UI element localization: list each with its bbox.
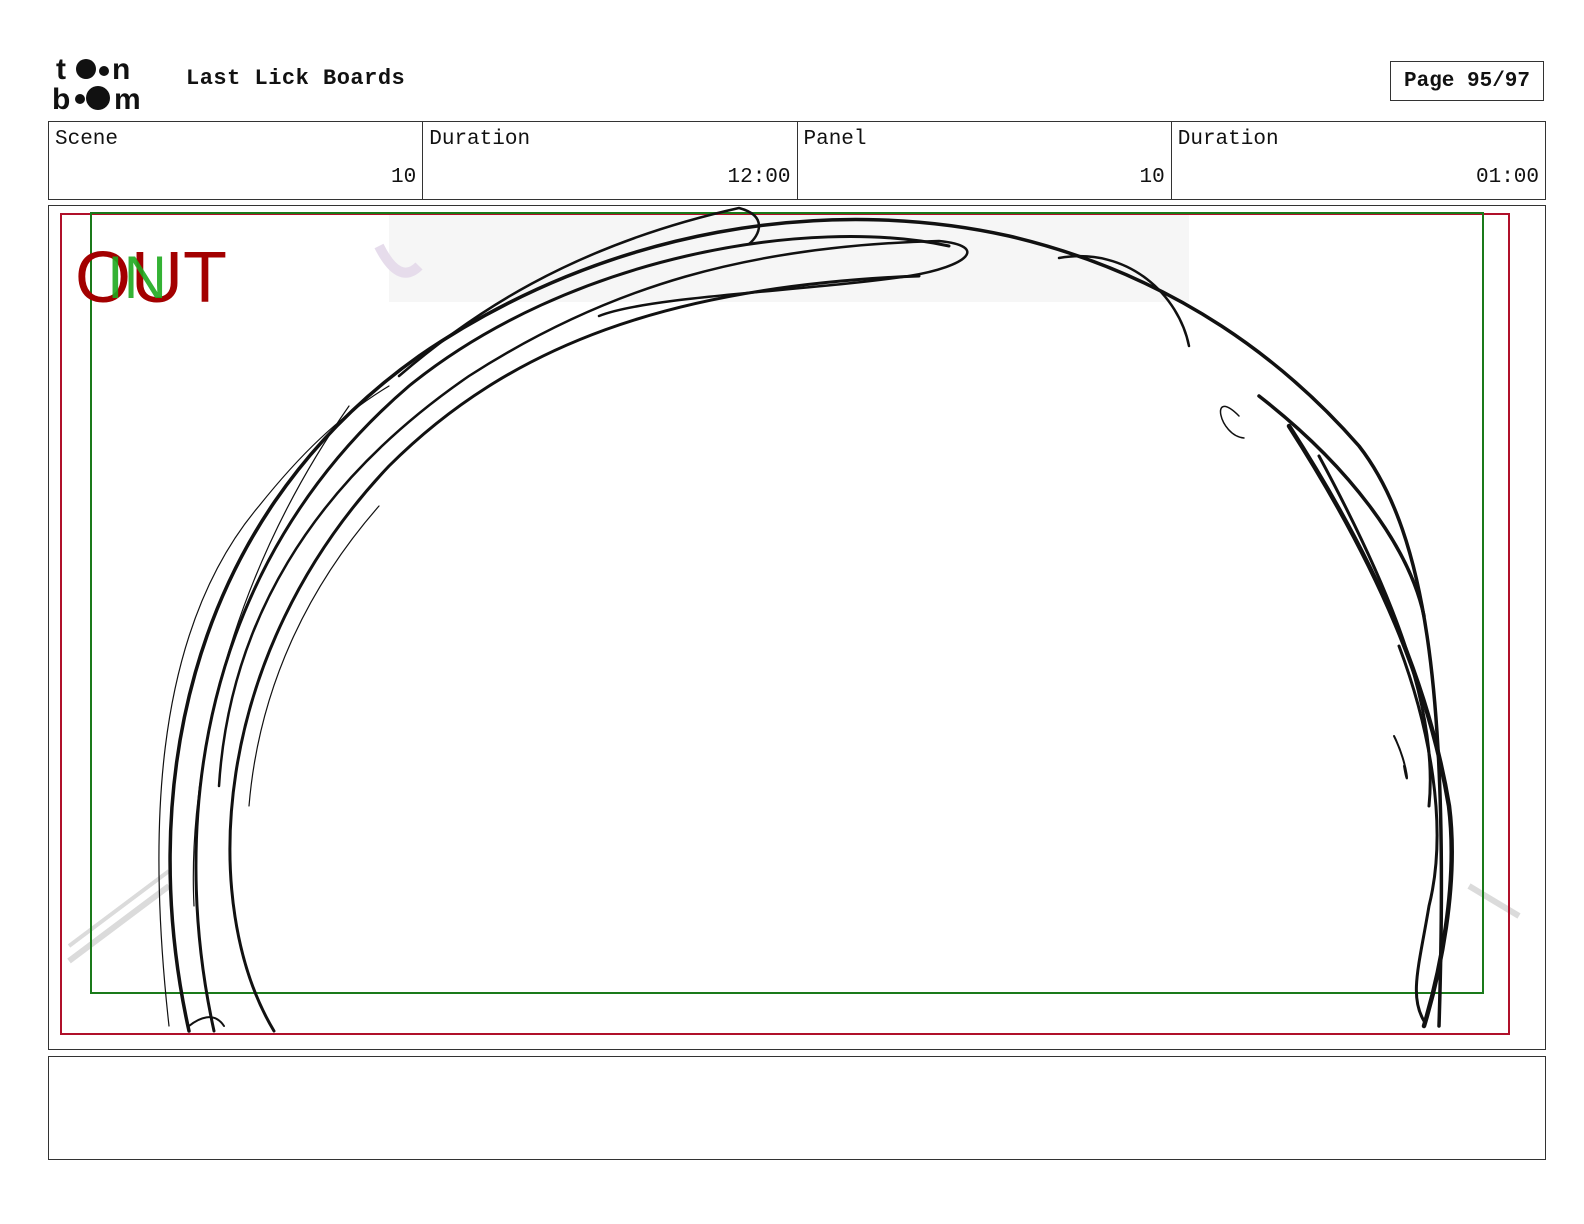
scene-info-table: Scene 10 Duration 12:00 Panel 10 Duratio… — [48, 121, 1546, 200]
scene-value: 10 — [391, 166, 417, 189]
toon-boom-logo: t n b m — [52, 52, 164, 116]
scene-label: Scene — [55, 128, 119, 151]
panel-duration-cell: Duration 01:00 — [1172, 122, 1545, 199]
panel-cell: Panel 10 — [798, 122, 1172, 199]
page-indicator: Page 95/97 — [1390, 61, 1544, 101]
scene-duration-label: Duration — [429, 128, 531, 151]
storyboard-panel: OUT IN — [48, 205, 1546, 1050]
svg-text:m: m — [114, 83, 141, 112]
scene-duration-value: 12:00 — [727, 166, 791, 189]
arch-sketch — [158, 206, 1454, 1033]
in-marker: IN — [107, 244, 167, 311]
panel-notes — [48, 1056, 1546, 1160]
svg-text:b: b — [52, 83, 70, 112]
svg-text:n: n — [112, 53, 130, 86]
document-title: Last Lick Boards — [186, 66, 406, 91]
panel-label: Panel — [803, 128, 867, 151]
safe-frame — [60, 213, 1510, 1035]
scene-duration-cell: Duration 12:00 — [423, 122, 798, 199]
logo-graphic: t n b m — [52, 53, 141, 116]
scene-cell: Scene 10 — [49, 122, 424, 199]
panel-drawing: OUT IN — [60, 206, 1521, 1035]
panel-value: 10 — [1139, 166, 1165, 189]
notes-text — [49, 1057, 1545, 1073]
panel-duration-value: 01:00 — [1475, 166, 1539, 189]
title-safe-frame — [90, 212, 1484, 994]
panel-duration-label: Duration — [1177, 128, 1279, 151]
background-sketch — [67, 212, 1521, 964]
svg-text:t: t — [56, 53, 66, 86]
